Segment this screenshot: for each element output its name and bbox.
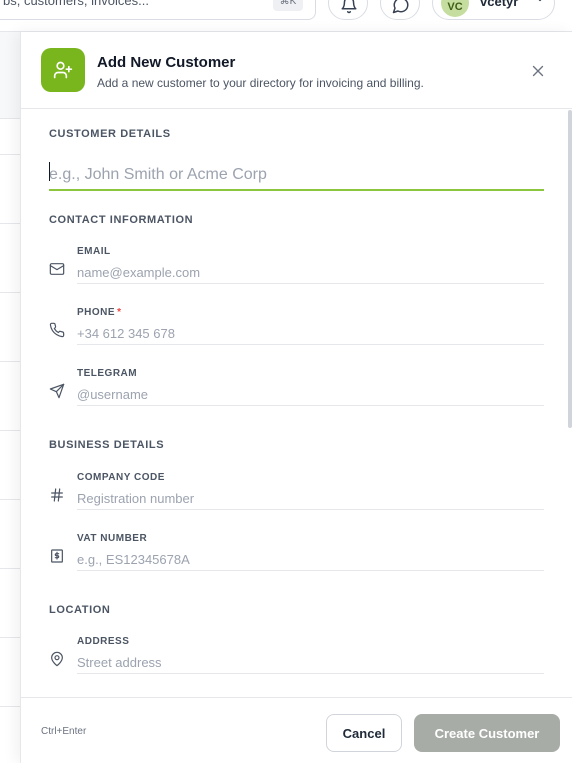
background-table bbox=[0, 32, 20, 763]
close-button[interactable] bbox=[529, 62, 547, 80]
phone-field: PHONE * bbox=[49, 307, 544, 355]
company-code-label: COMPANY CODE bbox=[77, 472, 165, 483]
phone-label-text: PHONE bbox=[77, 307, 116, 318]
drawer-subtitle: Add a new customer to your directory for… bbox=[97, 76, 424, 90]
required-marker: * bbox=[117, 307, 122, 318]
telegram-label: TELEGRAM bbox=[77, 368, 138, 379]
avatar: VC bbox=[441, 0, 469, 17]
table-row-divider bbox=[0, 499, 20, 500]
messages-button[interactable] bbox=[380, 0, 420, 20]
form-scrollbar[interactable] bbox=[568, 110, 572, 428]
vat-number-label: VAT NUMBER bbox=[77, 533, 148, 544]
phone-input[interactable] bbox=[77, 323, 544, 345]
send-icon bbox=[49, 383, 65, 399]
hash-icon bbox=[51, 488, 63, 502]
company-code-field: COMPANY CODE bbox=[49, 472, 544, 520]
section-customer-details: CUSTOMER DETAILS bbox=[49, 128, 171, 140]
user-name: vcetyr bbox=[480, 0, 519, 9]
mail-icon bbox=[49, 263, 65, 275]
search-shortcut-badge: ⌘K bbox=[273, 0, 303, 11]
section-business-details: BUSINESS DETAILS bbox=[49, 439, 165, 451]
table-row-divider bbox=[0, 706, 20, 707]
drawer-footer: Ctrl+Enter Cancel Create Customer bbox=[21, 697, 572, 763]
user-menu[interactable]: VC vcetyr bbox=[432, 0, 555, 20]
global-search-placeholder: bs, customers, invoices... bbox=[3, 0, 149, 8]
notifications-button[interactable] bbox=[328, 0, 368, 20]
cancel-button[interactable]: Cancel bbox=[326, 714, 402, 752]
section-location: LOCATION bbox=[49, 604, 111, 616]
email-label: EMAIL bbox=[77, 246, 111, 257]
add-customer-drawer: Add New Customer Add a new customer to y… bbox=[20, 32, 572, 763]
address-input[interactable] bbox=[77, 652, 544, 674]
create-customer-button[interactable]: Create Customer bbox=[414, 714, 560, 752]
table-row-divider bbox=[0, 361, 20, 362]
address-field: ADDRESS bbox=[49, 636, 544, 684]
telegram-input[interactable] bbox=[77, 384, 544, 406]
global-search[interactable]: bs, customers, invoices... ⌘K bbox=[0, 0, 316, 20]
text-caret bbox=[49, 162, 50, 181]
drawer-title: Add New Customer bbox=[97, 54, 236, 71]
phone-label: PHONE * bbox=[77, 307, 121, 318]
address-label: ADDRESS bbox=[77, 636, 130, 647]
phone-icon bbox=[49, 322, 65, 338]
user-plus-icon bbox=[41, 48, 85, 92]
telegram-field: TELEGRAM bbox=[49, 368, 544, 416]
bell-icon bbox=[341, 0, 357, 14]
table-row-divider bbox=[0, 154, 20, 155]
table-row-divider bbox=[0, 568, 20, 569]
keyboard-shortcut-hint: Ctrl+Enter bbox=[41, 726, 87, 737]
email-field: EMAIL bbox=[49, 246, 544, 294]
table-row-divider bbox=[0, 292, 20, 293]
section-contact-information: CONTACT INFORMATION bbox=[49, 214, 194, 226]
map-pin-icon bbox=[51, 651, 63, 667]
background-table-header bbox=[0, 32, 20, 118]
table-row-divider bbox=[0, 637, 20, 638]
receipt-icon bbox=[51, 549, 63, 563]
customer-name-input[interactable] bbox=[49, 160, 544, 191]
chevron-down-icon bbox=[538, 0, 542, 2]
vat-number-field: VAT NUMBER bbox=[49, 533, 544, 581]
vat-number-input[interactable] bbox=[77, 549, 544, 571]
drawer-header: Add New Customer Add a new customer to y… bbox=[21, 32, 572, 109]
chat-bubble-icon bbox=[392, 0, 409, 14]
company-code-input[interactable] bbox=[77, 488, 544, 510]
top-bar: bs, customers, invoices... ⌘K VC vcetyr bbox=[0, 0, 572, 32]
email-input[interactable] bbox=[77, 262, 544, 284]
table-row-divider bbox=[0, 118, 20, 119]
close-icon bbox=[532, 65, 544, 77]
table-row-divider bbox=[0, 223, 20, 224]
table-row-divider bbox=[0, 430, 20, 431]
